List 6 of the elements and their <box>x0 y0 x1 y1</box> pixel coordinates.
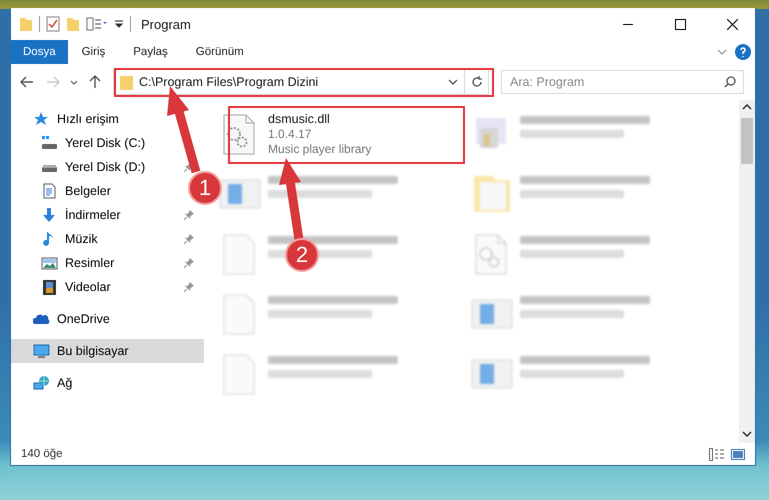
file-detail: 1.0.4.17 <box>268 127 312 141</box>
item-count: 140 öğe <box>21 448 63 460</box>
window-title: Program <box>141 16 191 32</box>
file-detail: Music player library <box>268 142 372 156</box>
address-path: C:\Program Files\Program Dizini <box>139 75 318 89</box>
file-name: dsmusic.dll <box>268 112 331 126</box>
